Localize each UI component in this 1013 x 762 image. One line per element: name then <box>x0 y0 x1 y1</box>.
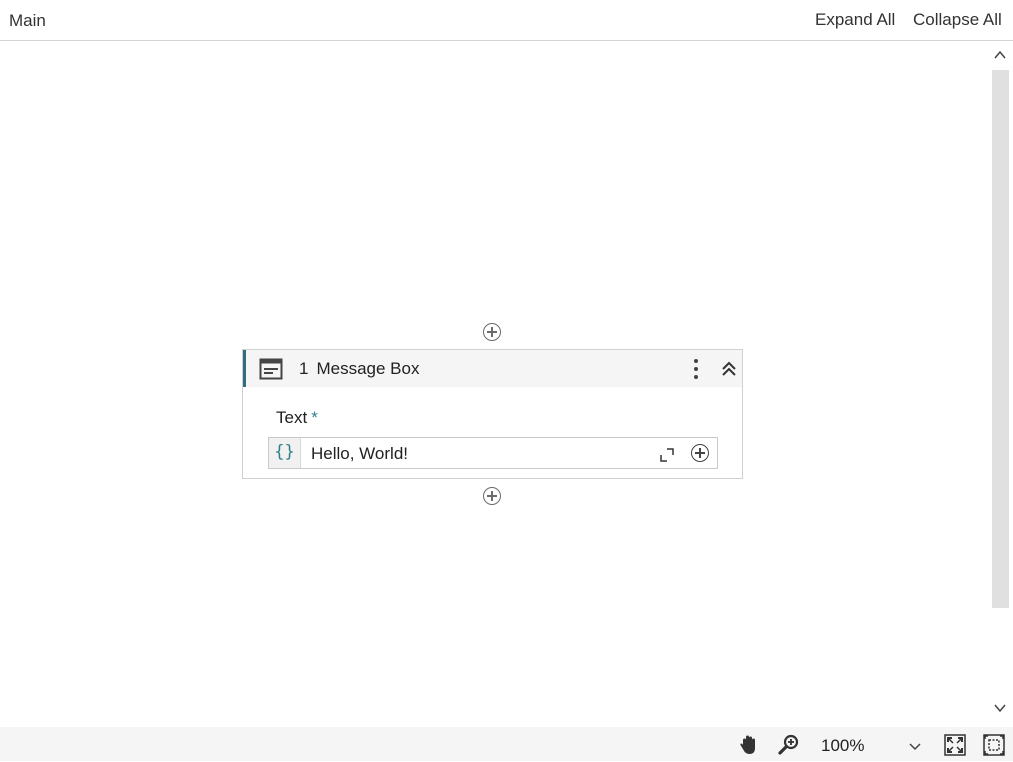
message-box-icon <box>259 358 283 380</box>
required-marker: * <box>311 408 318 427</box>
text-field-label: Text * <box>276 408 318 428</box>
overview-icon[interactable] <box>982 733 1006 757</box>
scroll-up-icon[interactable] <box>993 48 1007 62</box>
scroll-down-icon[interactable] <box>993 701 1007 715</box>
activity-name: Message Box <box>316 359 420 378</box>
zoom-magnifier-icon[interactable] <box>777 733 801 757</box>
add-activity-below-button[interactable] <box>483 487 501 505</box>
collapse-all-button[interactable]: Collapse All <box>913 10 1002 30</box>
pan-hand-icon[interactable] <box>737 733 761 757</box>
zoom-dropdown-chevron-icon[interactable] <box>908 739 922 751</box>
zoom-level[interactable]: 100% <box>821 736 864 756</box>
fit-to-screen-icon[interactable] <box>943 733 967 757</box>
scrollbar-thumb[interactable] <box>992 70 1009 608</box>
more-options-icon[interactable] <box>691 355 701 383</box>
message-box-activity[interactable]: 1 Message Box Text * {} Hello, World! <box>242 349 743 479</box>
designer-header: Main Expand All Collapse All <box>0 0 1013 41</box>
expression-editor-button[interactable]: {} <box>269 438 301 468</box>
expand-editor-icon[interactable] <box>659 447 675 463</box>
field-plus-button[interactable] <box>684 437 718 469</box>
activity-header[interactable]: 1 Message Box <box>243 350 742 387</box>
activity-index: 1 <box>299 359 309 378</box>
designer-statusbar: 100% <box>0 727 1013 761</box>
vertical-scrollbar[interactable] <box>987 41 1013 727</box>
expand-all-button[interactable]: Expand All <box>815 10 895 30</box>
text-field-label-text: Text <box>276 408 308 427</box>
add-activity-above-button[interactable] <box>483 323 501 341</box>
collapse-activity-icon[interactable] <box>720 359 738 379</box>
activity-title: 1 Message Box <box>299 359 419 379</box>
plus-icon <box>691 444 709 462</box>
text-expression-field[interactable]: {} Hello, World! <box>268 437 685 469</box>
workflow-canvas: 1 Message Box Text * {} Hello, World! <box>0 41 987 727</box>
breadcrumb-main[interactable]: Main <box>9 11 46 31</box>
text-field-value[interactable]: Hello, World! <box>311 444 408 464</box>
